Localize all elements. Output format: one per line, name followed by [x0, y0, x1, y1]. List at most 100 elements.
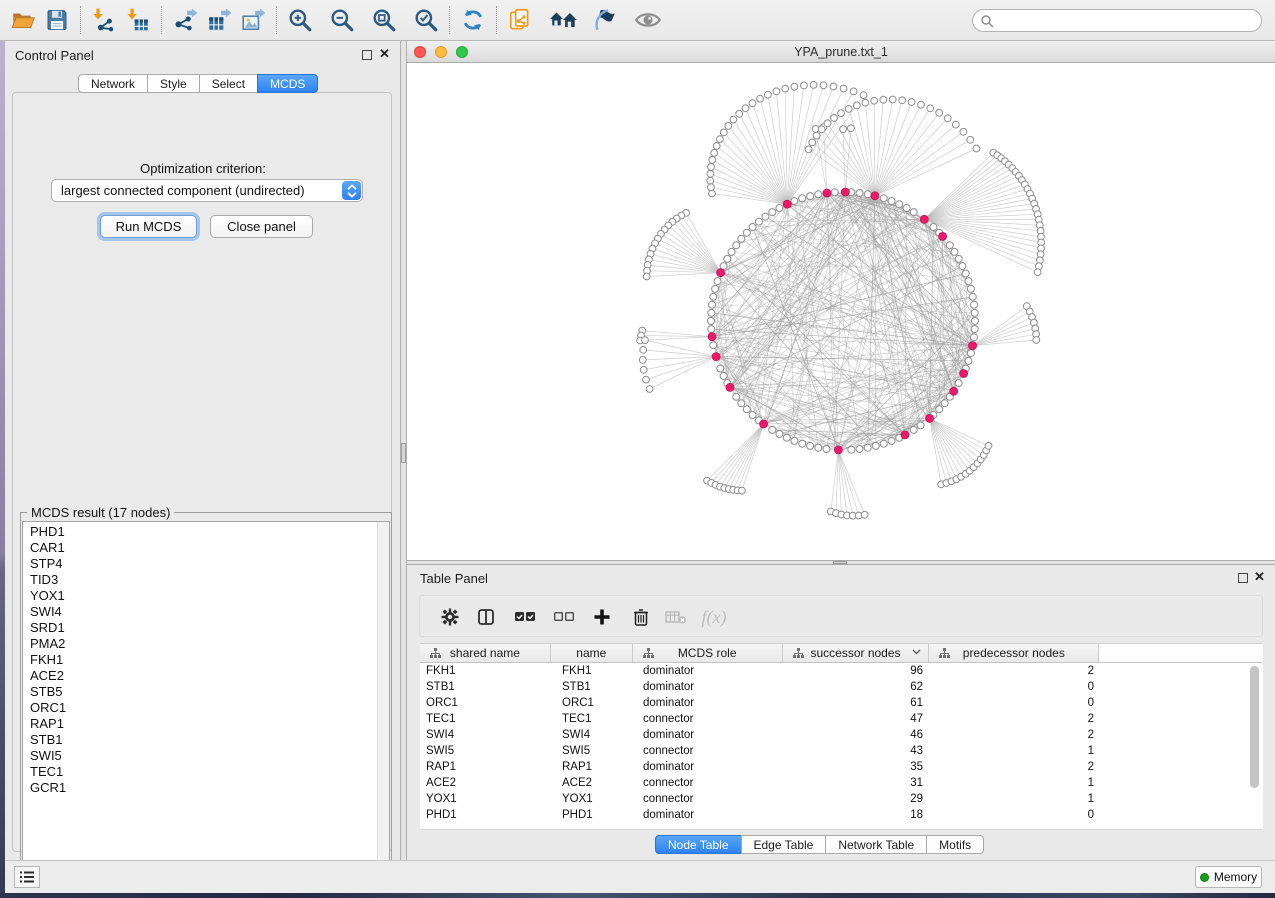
- cell-name[interactable]: RAP1: [551, 759, 633, 775]
- cell-shared_name[interactable]: ORC1: [420, 695, 551, 711]
- cell-predecessor_nodes[interactable]: 0: [930, 807, 1100, 823]
- cell-mcds_role[interactable]: dominator: [633, 679, 783, 695]
- mcds-list-item[interactable]: PMA2: [23, 636, 389, 652]
- cell-mcds_role[interactable]: dominator: [633, 727, 783, 743]
- mcds-list-item[interactable]: STB1: [23, 732, 389, 748]
- clone-network-button[interactable]: [503, 4, 537, 36]
- cell-shared_name[interactable]: RAP1: [420, 759, 551, 775]
- mcds-result-list[interactable]: PHD1CAR1STP4TID3YOX1SWI4SRD1PMA2FKH1ACE2…: [22, 521, 390, 882]
- cell-successor_nodes[interactable]: 18: [783, 807, 930, 823]
- mcds-list-item[interactable]: RAP1: [23, 716, 389, 732]
- mcds-list-item[interactable]: YOX1: [23, 588, 389, 604]
- tab-select[interactable]: Select: [199, 74, 258, 93]
- cell-shared_name[interactable]: SWI5: [420, 743, 551, 759]
- tab-style[interactable]: Style: [147, 74, 200, 93]
- zoom-out-button[interactable]: [325, 4, 359, 36]
- tab-edge-table[interactable]: Edge Table: [741, 835, 827, 854]
- cell-name[interactable]: SWI5: [551, 743, 633, 759]
- list-scrollbar[interactable]: [377, 522, 389, 881]
- mcds-list-item[interactable]: STB5: [23, 684, 389, 700]
- close-panel-button[interactable]: ✕: [378, 48, 391, 61]
- cell-mcds_role[interactable]: connector: [633, 711, 783, 727]
- import-table-button[interactable]: [121, 4, 155, 36]
- column-header-predecessor-nodes[interactable]: predecessor nodes: [929, 644, 1099, 662]
- memory-button[interactable]: Memory: [1195, 866, 1262, 888]
- cell-name[interactable]: YOX1: [551, 791, 633, 807]
- splitter-grip[interactable]: [401, 443, 406, 463]
- cell-name[interactable]: ACE2: [551, 775, 633, 791]
- splitter-grip[interactable]: [833, 561, 847, 564]
- save-session-button[interactable]: [40, 4, 74, 36]
- export-network-button[interactable]: [168, 4, 202, 36]
- tab-network-table[interactable]: Network Table: [825, 835, 927, 854]
- cell-mcds_role[interactable]: connector: [633, 775, 783, 791]
- unselect-all-columns-button[interactable]: [551, 604, 577, 630]
- cell-mcds_role[interactable]: connector: [633, 743, 783, 759]
- column-header-MCDS-role[interactable]: MCDS role: [633, 644, 783, 662]
- float-table-panel-button[interactable]: [1238, 573, 1248, 583]
- cell-shared_name[interactable]: PHD1: [420, 807, 551, 823]
- cell-successor_nodes[interactable]: 43: [783, 743, 930, 759]
- tab-motifs[interactable]: Motifs: [926, 835, 984, 854]
- table-row[interactable]: FKH1FKH1dominator962: [420, 663, 1263, 679]
- mcds-list-item[interactable]: SRD1: [23, 620, 389, 636]
- cell-predecessor_nodes[interactable]: 0: [930, 695, 1100, 711]
- cell-shared_name[interactable]: ACE2: [420, 775, 551, 791]
- table-row[interactable]: YOX1YOX1connector291: [420, 791, 1263, 807]
- table-row[interactable]: RAP1RAP1dominator352: [420, 759, 1263, 775]
- mcds-list-item[interactable]: SWI4: [23, 604, 389, 620]
- table-scrollbar[interactable]: [1250, 666, 1259, 788]
- cell-successor_nodes[interactable]: 46: [783, 727, 930, 743]
- mcds-list-item[interactable]: GCR1: [23, 780, 389, 796]
- cell-successor_nodes[interactable]: 29: [783, 791, 930, 807]
- export-table-button[interactable]: [202, 4, 236, 36]
- table-row[interactable]: TEC1TEC1connector472: [420, 711, 1263, 727]
- network-canvas[interactable]: [407, 63, 1275, 560]
- show-column-button[interactable]: [473, 604, 499, 630]
- cell-successor_nodes[interactable]: 96: [783, 663, 930, 679]
- cell-predecessor_nodes[interactable]: 1: [930, 791, 1100, 807]
- cell-name[interactable]: FKH1: [551, 663, 633, 679]
- cell-name[interactable]: TEC1: [551, 711, 633, 727]
- column-header-successor-nodes[interactable]: successor nodes: [783, 644, 930, 662]
- mcds-list-item[interactable]: ORC1: [23, 700, 389, 716]
- zoom-selected-button[interactable]: [409, 4, 443, 36]
- cell-mcds_role[interactable]: connector: [633, 791, 783, 807]
- delete-column-button[interactable]: [628, 604, 654, 630]
- mcds-list-item[interactable]: PHD1: [23, 524, 389, 540]
- cell-shared_name[interactable]: YOX1: [420, 791, 551, 807]
- cell-successor_nodes[interactable]: 62: [783, 679, 930, 695]
- tab-node-table[interactable]: Node Table: [655, 835, 742, 854]
- run-mcds-button[interactable]: Run MCDS: [100, 215, 197, 238]
- mcds-list-item[interactable]: ACE2: [23, 668, 389, 684]
- cell-name[interactable]: PHD1: [551, 807, 633, 823]
- cell-successor_nodes[interactable]: 47: [783, 711, 930, 727]
- mcds-list-item[interactable]: SWI5: [23, 748, 389, 764]
- table-row[interactable]: STB1STB1dominator620: [420, 679, 1263, 695]
- create-column-button[interactable]: [589, 604, 615, 630]
- cell-mcds_role[interactable]: dominator: [633, 695, 783, 711]
- close-panel-action-button[interactable]: Close panel: [210, 215, 313, 238]
- table-row[interactable]: SWI4SWI4dominator462: [420, 727, 1263, 743]
- mcds-list-item[interactable]: FKH1: [23, 652, 389, 668]
- cell-shared_name[interactable]: TEC1: [420, 711, 551, 727]
- refresh-layout-button[interactable]: [456, 4, 490, 36]
- export-image-button[interactable]: [236, 4, 270, 36]
- cell-predecessor_nodes[interactable]: 2: [930, 663, 1100, 679]
- cell-predecessor_nodes[interactable]: 1: [930, 775, 1100, 791]
- cell-mcds_role[interactable]: dominator: [633, 807, 783, 823]
- cell-predecessor_nodes[interactable]: 2: [930, 759, 1100, 775]
- cell-name[interactable]: ORC1: [551, 695, 633, 711]
- show-hide-details-button[interactable]: [631, 4, 665, 36]
- table-row[interactable]: ORC1ORC1dominator610: [420, 695, 1263, 711]
- tab-mcds[interactable]: MCDS: [257, 74, 318, 93]
- mcds-list-item[interactable]: TEC1: [23, 764, 389, 780]
- cell-predecessor_nodes[interactable]: 1: [930, 743, 1100, 759]
- column-header-shared-name[interactable]: shared name: [420, 644, 551, 662]
- cell-shared_name[interactable]: STB1: [420, 679, 551, 695]
- mcds-list-item[interactable]: TID3: [23, 572, 389, 588]
- zoom-fit-button[interactable]: [367, 4, 401, 36]
- table-row[interactable]: SWI5SWI5connector431: [420, 743, 1263, 759]
- table-row[interactable]: PHD1PHD1dominator180: [420, 807, 1263, 823]
- optimization-criterion-select[interactable]: largest connected component (undirected): [51, 179, 363, 202]
